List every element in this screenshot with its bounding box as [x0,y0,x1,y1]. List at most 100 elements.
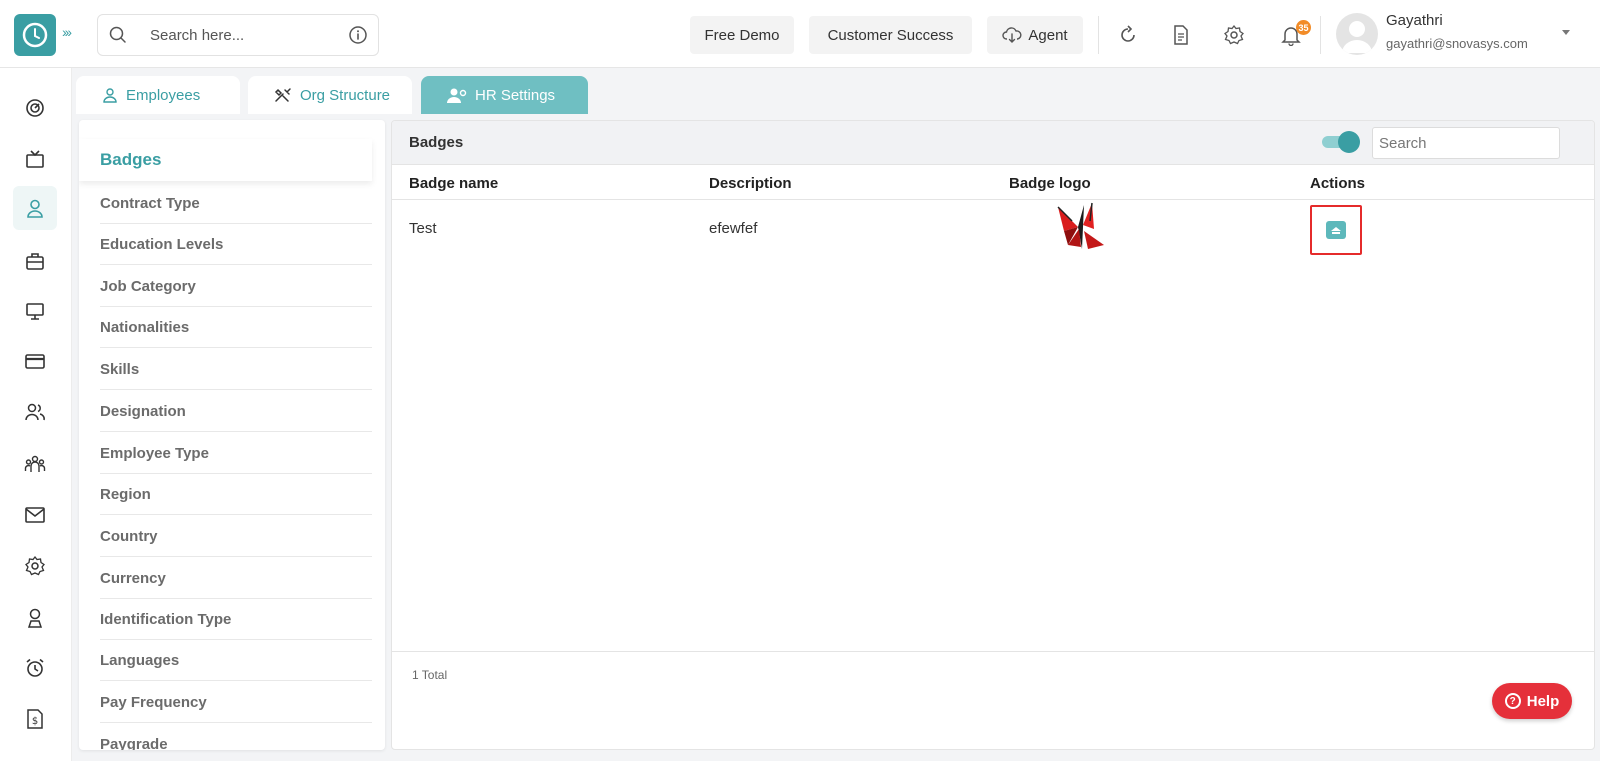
user-name: Gayathri [1386,12,1443,29]
expand-sidebar-icon[interactable]: ››› [62,24,72,40]
page-title: Badges [409,134,464,151]
sidebar-item-payments[interactable] [13,339,57,383]
info-icon[interactable] [348,25,368,45]
agent-label: Agent [1028,26,1068,44]
sidebar-item-settings[interactable] [13,544,57,588]
settings-item-label: Identification Type [100,610,232,628]
settings-item-badges[interactable]: Badges [79,139,372,181]
user-email: gayathri@snovasys.com [1386,36,1528,51]
settings-item[interactable]: Designation [100,391,372,432]
sidebar-item-mail[interactable] [13,493,57,537]
archive-button[interactable] [1310,205,1362,255]
settings-item-label: Region [100,485,151,503]
sidebar-item-alarm[interactable] [13,646,57,690]
users-icon [25,403,45,421]
mail-icon [25,507,45,523]
search-icon [109,26,126,43]
badge-name-cell: Test [409,220,437,237]
search-input[interactable] [150,24,330,46]
archive-icon [1331,227,1341,234]
column-header[interactable]: Badge logo [1009,175,1091,192]
settings-item[interactable]: Identification Type [100,599,372,640]
settings-item-label: Skills [100,360,140,378]
settings-item-label: Currency [100,569,166,587]
sidebar-item-dashboard[interactable] [13,86,57,130]
settings-item[interactable]: Employee Type [100,433,372,474]
document-icon[interactable] [1168,22,1194,48]
badges-panel: Badges Badge name Description Badge logo… [391,120,1595,750]
agent-button[interactable]: Agent [987,16,1083,54]
sidebar-item-awards[interactable] [13,596,57,640]
table-search-input[interactable] [1372,127,1560,159]
settings-item[interactable]: Pay Frequency [100,682,372,723]
dashboard-icon [26,99,44,117]
active-toggle[interactable] [1322,131,1360,153]
settings-icon [25,555,45,576]
settings-item-label: Paygrade [100,735,168,751]
settings-item[interactable]: Currency [100,558,372,599]
settings-item-label: Employee Type [100,444,209,462]
column-header[interactable]: Badge name [409,175,498,192]
sidebar-item-teams[interactable] [13,442,57,486]
free-demo-button[interactable]: Free Demo [690,16,794,54]
settings-item[interactable]: Job Category [100,266,372,307]
column-header: Actions [1310,175,1366,192]
settings-item[interactable]: Nationalities [100,307,372,348]
user-avatar-icon [1342,21,1372,53]
settings-item[interactable]: Languages [100,640,372,681]
tab-employees[interactable]: Employees [76,76,240,114]
award-icon [27,608,43,628]
sidebar-item-invoices[interactable]: $ [13,697,57,741]
sidebar-item-projects[interactable] [13,239,57,283]
monitor-icon [26,303,44,320]
divider [1320,16,1321,54]
sidebar-item-users[interactable] [13,390,57,434]
chevron-down-icon[interactable] [1562,30,1570,35]
column-header[interactable]: Description [709,175,792,192]
briefcase-icon [26,253,44,270]
sidebar-item-monitor[interactable] [13,289,57,333]
sidebar-item-tv[interactable] [13,137,57,181]
description-cell: efewfef [709,220,758,237]
settings-item[interactable]: Skills [100,349,372,390]
settings-item[interactable]: Region [100,474,372,515]
team-icon [24,455,46,472]
help-button[interactable]: ? Help [1492,683,1572,719]
help-label: Help [1526,692,1560,710]
tab-label: Employees [126,86,201,104]
user-settings-icon [447,88,467,103]
settings-item-label: Contract Type [100,194,200,212]
settings-item-label: Job Category [100,277,196,295]
sidebar: $ [0,68,72,761]
settings-item[interactable]: Education Levels [100,224,372,265]
invoice-icon: $ [27,709,43,729]
settings-menu: Badges Contract Type Education Levels Jo… [79,120,385,750]
settings-item-label: Education Levels [100,235,224,253]
user-icon [103,88,117,103]
butterfly-badge-logo [1057,202,1104,249]
settings-item[interactable]: Paygrade [100,724,372,751]
settings-item-label: Languages [100,651,180,669]
clock-logo-icon [22,22,48,48]
sidebar-item-employees[interactable] [13,186,57,230]
tab-org-structure[interactable]: Org Structure [248,76,412,114]
alarm-icon [26,658,44,677]
tab-hr-settings[interactable]: HR Settings [421,76,588,114]
global-search [97,14,379,56]
settings-item[interactable]: Country [100,516,372,557]
settings-item[interactable]: Contract Type [100,183,372,224]
cloud-download-icon [1002,27,1022,43]
notification-count-badge: 35 [1296,20,1311,35]
settings-item-label: Country [100,527,158,545]
app-logo[interactable] [14,14,56,56]
svg-text:$: $ [32,716,38,727]
refresh-icon[interactable] [1115,22,1141,48]
settings-item-label: Designation [100,402,186,420]
settings-item-label: Badges [100,150,162,169]
customer-success-label: Customer Success [827,26,954,44]
settings-icon[interactable] [1221,22,1247,48]
table-header: Badge name Description Badge logo Action… [392,165,1594,200]
avatar[interactable] [1336,13,1378,55]
tools-icon [274,88,291,102]
customer-success-button[interactable]: Customer Success [809,16,972,54]
